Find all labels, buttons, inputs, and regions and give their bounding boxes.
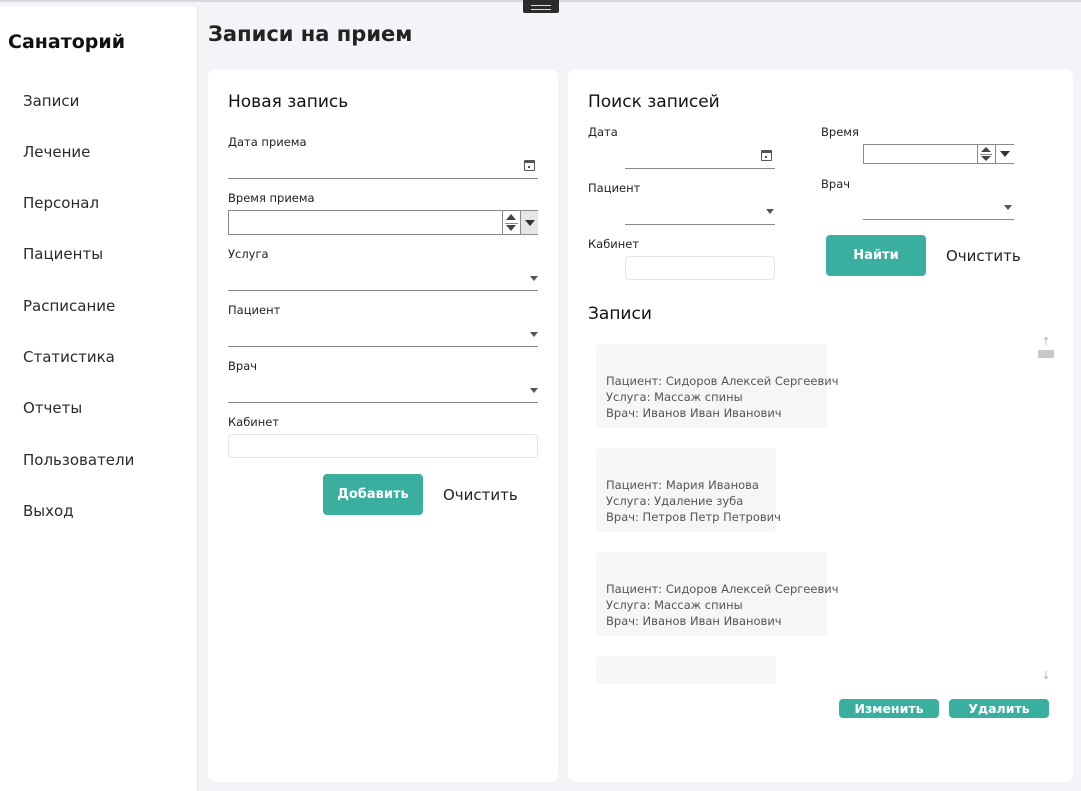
sidebar-item-staff[interactable]: Персонал — [23, 194, 99, 212]
record-doctor: Врач: Иванов Иван Иванович — [606, 406, 782, 420]
edit-button[interactable]: Изменить — [839, 699, 939, 718]
search-doctor-label: Врач — [821, 177, 851, 191]
window-drag-handle[interactable] — [523, 0, 559, 13]
doctor-select[interactable] — [228, 380, 538, 402]
search-time-picker[interactable] — [863, 144, 1014, 164]
search-time-spinner[interactable] — [977, 145, 994, 163]
chevron-down-icon — [530, 388, 538, 393]
spinner-divider — [505, 222, 518, 224]
chevron-down-icon — [530, 276, 538, 281]
doctor-underline — [228, 402, 538, 403]
search-cabinet-input[interactable] — [625, 256, 775, 280]
app-brand: Санаторий — [8, 31, 126, 53]
time-spinner[interactable] — [502, 211, 520, 234]
sidebar-item-treatment[interactable]: Лечение — [23, 143, 90, 161]
sidebar-item-users[interactable]: Пользователи — [23, 451, 134, 469]
time-dropdown-button[interactable] — [520, 211, 538, 234]
scroll-up-arrow-icon[interactable]: ↑ — [1038, 334, 1054, 350]
add-button[interactable]: Добавить — [323, 474, 423, 515]
date-picker[interactable] — [228, 156, 538, 178]
record-service: Услуга: Массаж спины — [606, 598, 743, 612]
chevron-down-icon — [1004, 205, 1012, 210]
calendar-icon[interactable] — [761, 150, 772, 161]
spin-down-icon[interactable] — [506, 225, 516, 231]
scroll-down-arrow-icon[interactable]: ↓ — [1038, 668, 1054, 684]
scrollbar-thumb[interactable] — [1038, 350, 1054, 358]
record-doctor: Врач: Петров Петр Петрович — [606, 510, 781, 524]
date-underline — [228, 178, 538, 179]
spin-down-icon[interactable] — [981, 156, 991, 161]
patient-select[interactable] — [228, 324, 538, 346]
spin-up-icon[interactable] — [506, 214, 516, 220]
sidebar-item-schedule[interactable]: Расписание — [23, 297, 115, 315]
time-picker[interactable] — [228, 210, 538, 235]
search-patient-underline — [625, 224, 775, 225]
list-item[interactable]: Пациент: Сидоров Алексей Сергеевич Услуг… — [596, 552, 839, 636]
spinner-divider — [980, 154, 992, 155]
search-time-dropdown-button[interactable] — [995, 145, 1014, 163]
clear-button[interactable]: Очистить — [443, 486, 518, 504]
record-patient: Пациент: Мария Иванова — [606, 478, 759, 492]
sidebar-item-patients[interactable]: Пациенты — [23, 245, 103, 263]
find-button[interactable]: Найти — [826, 235, 926, 276]
search-doctor-select[interactable] — [863, 197, 1014, 219]
spin-up-icon[interactable] — [981, 147, 991, 152]
records-title: Записи — [588, 304, 652, 324]
search-time-label: Время — [821, 125, 859, 139]
patient-label: Пациент — [228, 303, 281, 317]
service-select[interactable] — [228, 268, 538, 290]
search-patient-label: Пациент — [588, 181, 641, 195]
sidebar-item-logout[interactable]: Выход — [23, 502, 74, 520]
records-list[interactable]: Пациент: Сидоров Алексей Сергеевич Услуг… — [596, 334, 1056, 684]
service-underline — [228, 290, 538, 291]
chevron-down-icon — [766, 209, 774, 214]
page-title: Записи на прием — [208, 22, 413, 46]
sidebar: Санаторий Записи Лечение Персонал Пациен… — [0, 7, 198, 791]
record-service: Услуга: Удаление зуба — [606, 494, 744, 508]
patient-underline — [228, 346, 538, 347]
calendar-icon[interactable] — [524, 160, 535, 171]
search-date-underline — [625, 168, 775, 169]
list-item[interactable]: Пациент: Мария Иванова Услуга: Удаление … — [596, 448, 781, 532]
search-date-picker[interactable] — [625, 146, 775, 168]
chevron-down-icon — [530, 332, 538, 337]
search-cabinet-label: Кабинет — [588, 237, 640, 251]
sidebar-item-statistics[interactable]: Статистика — [23, 348, 115, 366]
search-clear-button[interactable]: Очистить — [946, 247, 1021, 265]
list-item[interactable]: Пациент: Сидоров Алексей Сергеевич Услуг… — [596, 344, 839, 428]
sidebar-item-records[interactable]: Записи — [23, 92, 79, 110]
cabinet-input[interactable] — [228, 434, 538, 458]
record-patient: Пациент: Сидоров Алексей Сергеевич — [606, 374, 839, 388]
search-date-label: Дата — [588, 125, 618, 139]
search-patient-select[interactable] — [625, 202, 775, 224]
delete-button[interactable]: Удалить — [949, 699, 1049, 718]
time-label: Время приема — [228, 191, 315, 205]
list-item[interactable] — [596, 656, 776, 684]
sidebar-item-reports[interactable]: Отчеты — [23, 399, 82, 417]
search-doctor-underline — [863, 219, 1014, 220]
service-label: Услуга — [228, 247, 269, 261]
record-doctor: Врач: Иванов Иван Иванович — [606, 614, 782, 628]
search-title: Поиск записей — [588, 92, 720, 112]
doctor-label: Врач — [228, 359, 258, 373]
record-patient: Пациент: Сидоров Алексей Сергеевич — [606, 582, 839, 596]
record-service: Услуга: Массаж спины — [606, 390, 743, 404]
new-record-title: Новая запись — [228, 92, 349, 112]
cabinet-label: Кабинет — [228, 415, 280, 429]
date-label: Дата приема — [228, 135, 307, 149]
